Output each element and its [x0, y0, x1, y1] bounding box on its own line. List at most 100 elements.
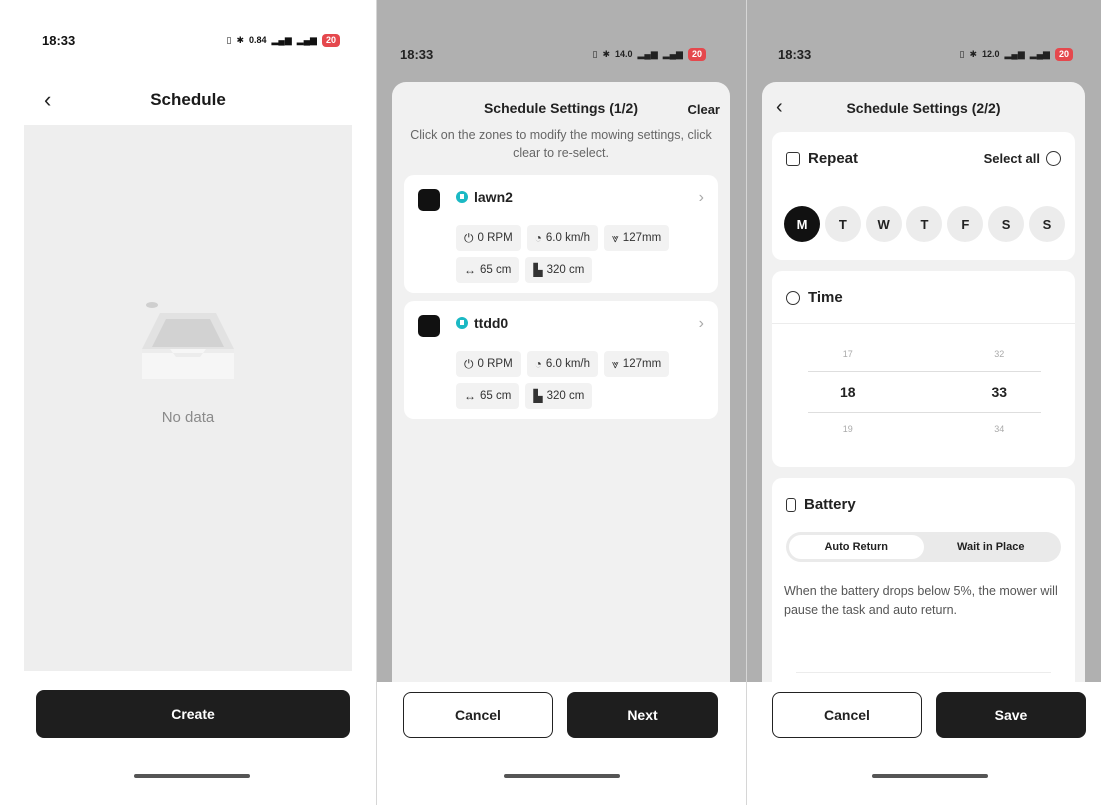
- schedule-screen: 18:33 ▯ ✱ 0.84 ▂▄▆ ▂▄▆ 20 ‹ Schedule No …: [0, 0, 376, 805]
- zone-card[interactable]: lawn2 › ⏻ 0 RPM ◔ 6.0 km/h ⩔ 127mm ↔ 65 cm ▙…: [404, 175, 718, 293]
- picker-prev-row: 17 32: [772, 349, 1075, 359]
- day-wednesday[interactable]: W: [865, 206, 902, 242]
- repeat-section: Repeat Select all M T W T F S S: [772, 132, 1075, 260]
- status-time: 18:33: [778, 46, 812, 62]
- home-indicator: [504, 774, 620, 778]
- signal-icon-2: ▂▄▆: [662, 48, 683, 59]
- divider: [376, 0, 377, 805]
- status-bar: 18:33 ▯ ✱ 0.84 ▂▄▆ ▂▄▆ 20: [42, 20, 340, 60]
- width-icon: ↔: [464, 389, 476, 403]
- save-button[interactable]: Save: [936, 692, 1086, 738]
- cancel-button[interactable]: Cancel: [403, 692, 553, 738]
- select-all-radio[interactable]: [1046, 151, 1061, 166]
- vibrate-icon: ▯: [959, 48, 965, 59]
- settings-sheet: Schedule Settings (1/2) Clear Click on t…: [376, 82, 746, 805]
- vibrate-icon: ▯: [592, 48, 598, 59]
- cancel-button[interactable]: Cancel: [772, 692, 922, 738]
- signal-icon: ▂▄▆: [1004, 48, 1025, 59]
- zone-flag-icon: [456, 191, 468, 203]
- time-section: Time 17 32 18 33 19 34: [772, 271, 1075, 467]
- header: ‹ Schedule: [36, 82, 340, 118]
- height-value: 127mm: [622, 232, 662, 244]
- auto-return-option[interactable]: Auto Return: [789, 535, 924, 559]
- day-saturday[interactable]: S: [988, 206, 1025, 242]
- picker-minute[interactable]: 33: [924, 384, 1076, 400]
- signal-icon-2: ▂▄▆: [1029, 48, 1050, 59]
- status-time: 18:33: [400, 46, 434, 62]
- clock-icon: [786, 290, 800, 305]
- battery-icon: 20: [687, 47, 706, 61]
- zone-settings: ⏻ 0 RPM ◔ 6.0 km/h ⩔ 127mm ↔ 65 cm ▙ 320 cm: [456, 225, 704, 283]
- signal-icon-2: ▂▄▆: [296, 34, 317, 45]
- zone-settings: ⏻ 0 RPM ◔ 6.0 km/h ⩔ 127mm ↔ 65 cm ▙ 320 cm: [456, 351, 704, 409]
- clear-button[interactable]: Clear: [687, 102, 720, 117]
- sheet-title: Schedule Settings (1/2): [483, 100, 639, 116]
- zone-title: ttdd0: [456, 315, 508, 331]
- select-all-toggle[interactable]: Select all: [984, 151, 1061, 166]
- battery-header: Battery: [786, 496, 856, 513]
- rpm-value: 0 RPM: [477, 232, 513, 244]
- home-indicator: [134, 774, 250, 778]
- zone-name: lawn2: [474, 189, 513, 205]
- distance-chip: ▙ 320 cm: [525, 383, 593, 409]
- select-all-label: Select all: [983, 151, 1040, 166]
- zone-checkbox[interactable]: [418, 315, 440, 337]
- zone-card[interactable]: ttdd0 › ⏻ 0 RPM ◔ 6.0 km/h ⩔ 127mm ↔ 65 cm ▙…: [404, 301, 718, 419]
- status-icons: ▯ ✱ 12.0 ▂▄▆ ▂▄▆ 20: [959, 47, 1073, 61]
- footer: Cancel Save: [746, 682, 1101, 805]
- grass-icon: ⩔: [612, 230, 619, 245]
- day-monday[interactable]: M: [784, 206, 820, 242]
- width-value: 65 cm: [480, 264, 512, 276]
- home-indicator: [872, 774, 988, 778]
- zone-checkbox[interactable]: [418, 189, 440, 211]
- create-button[interactable]: Create: [36, 690, 350, 738]
- bluetooth-icon: ✱: [969, 48, 977, 59]
- chevron-right-icon[interactable]: ›: [699, 315, 704, 333]
- battery-icon: [786, 497, 796, 512]
- schedule-list-empty: No data: [24, 125, 352, 671]
- repeat-header: Repeat: [786, 150, 858, 167]
- repeat-label: Repeat: [808, 150, 859, 167]
- speed-chip: ◔ 6.0 km/h: [526, 225, 599, 251]
- height-chip: ⩔ 127mm: [604, 225, 670, 251]
- distance-icon: ▙: [533, 263, 543, 277]
- power-icon: ⏻: [464, 356, 474, 371]
- settings-sheet: ‹ Schedule Settings (2/2) Repeat Select …: [746, 82, 1101, 805]
- wait-in-place-option[interactable]: Wait in Place: [924, 535, 1059, 559]
- picker-hour[interactable]: 18: [772, 384, 924, 400]
- next-button[interactable]: Next: [567, 692, 718, 738]
- height-value: 127mm: [622, 358, 662, 370]
- battery-icon: 20: [321, 33, 340, 47]
- network-speed: 14.0: [614, 49, 633, 59]
- day-friday[interactable]: F: [947, 206, 984, 242]
- schedule-settings-step2: 18:33 ▯ ✱ 12.0 ▂▄▆ ▂▄▆ 20 ‹ Schedule Set…: [746, 0, 1101, 805]
- zone-name: ttdd0: [474, 315, 509, 331]
- vibrate-icon: ▯: [226, 34, 232, 45]
- time-header: Time: [786, 289, 843, 306]
- battery-label: Battery: [804, 496, 856, 513]
- chevron-right-icon[interactable]: ›: [699, 189, 704, 207]
- distance-value: 320 cm: [546, 390, 585, 402]
- day-sunday[interactable]: S: [1028, 206, 1065, 242]
- width-chip: ↔ 65 cm: [456, 383, 520, 409]
- distance-chip: ▙ 320 cm: [525, 257, 593, 283]
- status-time: 18:33: [42, 32, 76, 48]
- status-bar: 18:33 ▯ ✱ 14.0 ▂▄▆ ▂▄▆ 20: [400, 34, 706, 74]
- calendar-icon: [786, 151, 800, 166]
- schedule-settings-step1: 18:33 ▯ ✱ 14.0 ▂▄▆ ▂▄▆ 20 Schedule Setti…: [376, 0, 746, 805]
- day-tuesday[interactable]: T: [824, 206, 861, 242]
- rpm-value: 0 RPM: [477, 358, 513, 370]
- height-chip: ⩔ 127mm: [604, 351, 670, 377]
- zone-title: lawn2: [456, 189, 513, 205]
- bluetooth-icon: ✱: [236, 34, 244, 45]
- status-bar: 18:33 ▯ ✱ 12.0 ▂▄▆ ▂▄▆ 20: [778, 34, 1073, 74]
- page-title: Schedule: [150, 90, 226, 109]
- back-arrow-icon[interactable]: ‹: [44, 87, 51, 113]
- picker-selected-row[interactable]: 18 33: [772, 384, 1075, 400]
- status-icons: ▯ ✱ 14.0 ▂▄▆ ▂▄▆ 20: [592, 47, 706, 61]
- divider: [796, 672, 1051, 673]
- status-icons: ▯ ✱ 0.84 ▂▄▆ ▂▄▆ 20: [226, 33, 340, 47]
- grass-icon: ⩔: [612, 356, 619, 371]
- signal-icon: ▂▄▆: [271, 34, 292, 45]
- day-thursday[interactable]: T: [906, 206, 943, 242]
